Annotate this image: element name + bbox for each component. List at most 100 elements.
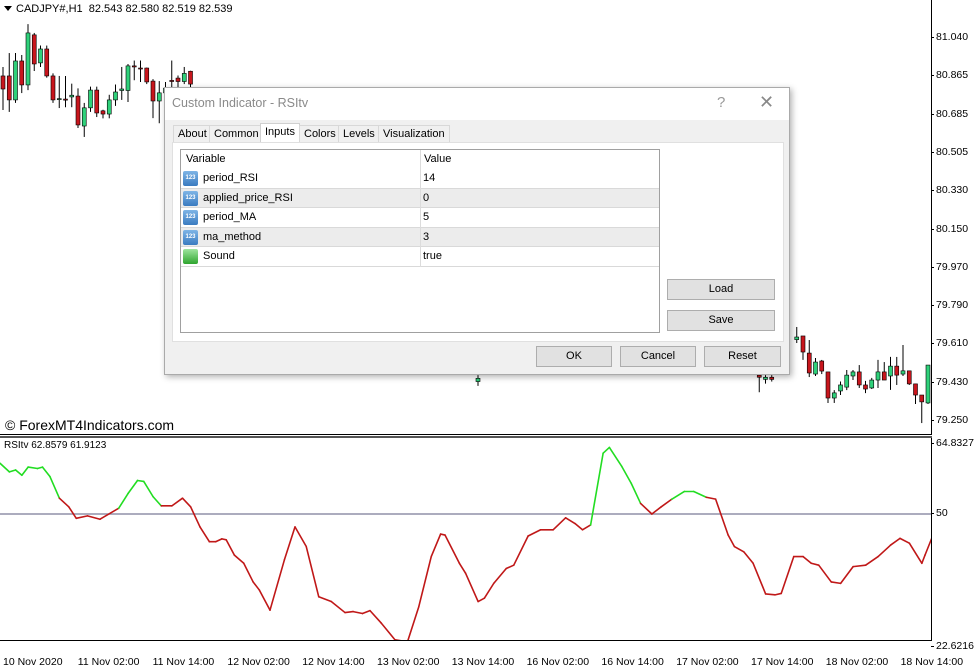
candle [26,24,30,90]
price-label: 80.330 [936,184,968,196]
rsi-min-label: 22.6216 [936,640,974,652]
bull-candle-body [926,365,930,403]
time-label: 17 Nov 02:00 [676,656,738,668]
rsi-segment-down [514,536,528,565]
bull-candle-body [764,377,768,379]
rsi-segment-down [253,582,259,590]
tab-about[interactable]: About [173,125,212,142]
price-label: 79.790 [936,299,968,311]
tab-common[interactable]: Common [209,125,264,142]
rsi-segment-up [672,491,685,499]
bull-candle-body [814,362,818,374]
time-label: 12 Nov 14:00 [302,656,364,668]
candle [845,370,849,390]
bear-candle-body [895,366,899,375]
rsi-segment-down [900,538,909,543]
time-label: 11 Nov 02:00 [78,656,140,668]
bear-candle-body [801,336,805,352]
variable-value[interactable]: 5 [423,211,429,223]
rsi-segment-down [583,525,591,530]
column-header-variable[interactable]: Variable [186,153,226,165]
save-button[interactable]: Save [667,310,775,331]
tab-levels[interactable]: Levels [338,125,380,142]
rsi-segment-down [306,547,319,597]
candle [757,373,761,392]
tab-visualization[interactable]: Visualization [378,125,450,142]
bear-candle-body [101,111,105,114]
rsi-segment-down [831,582,840,583]
candle [114,85,118,106]
tab-inputs[interactable]: Inputs [260,123,300,143]
bull-candle-body [89,90,93,108]
candle [132,61,136,81]
variable-value[interactable]: 14 [423,172,435,184]
rsi-segment-down [575,524,583,530]
candle [14,53,18,103]
rsi-segment-down [728,535,734,546]
candle [39,46,43,67]
time-label: 17 Nov 14:00 [751,656,813,668]
bull-candle-body [107,100,111,114]
bear-candle-body [7,76,11,100]
rsi-segment-down [553,518,566,530]
rsi-segment-down [395,640,408,641]
candle [839,382,843,395]
integer-type-icon: 123 [183,191,198,206]
bull-candle-body [126,66,130,91]
rsi-segment-down [363,611,371,614]
tab-colors[interactable]: Colors [299,125,341,142]
cancel-button[interactable]: Cancel [620,346,696,367]
rsi-segment-down [478,598,484,601]
candle [770,375,774,381]
rsi-segment-down [370,611,381,623]
bear-candle-body [914,384,918,395]
rsi-segment-down [803,557,811,564]
candle [76,88,80,128]
bull-candle-body [845,375,849,387]
rsi-level-label: 50 [936,507,948,519]
column-header-value[interactable]: Value [424,153,451,165]
rsi-chart[interactable] [0,438,932,641]
variable-value[interactable]: true [423,250,442,262]
column-divider[interactable] [420,150,421,267]
candle [57,76,61,108]
reset-button[interactable]: Reset [704,346,781,367]
rsi-segment-down [484,583,493,598]
indicator-label: RSItv 62.8579 61.9123 [4,440,106,451]
rsi-segment-up [694,491,707,497]
candle [857,365,861,388]
bear-candle-body [757,375,761,377]
candle [139,61,143,82]
custom-indicator-dialog: Custom Indicator - RSItv ? ✕ About Commo… [164,87,790,375]
candle [864,381,868,393]
help-icon[interactable]: ? [717,94,725,111]
dropdown-triangle-icon[interactable] [4,6,12,11]
rsi-segment-down [331,602,345,613]
candle [476,375,480,386]
rsi-segment-down [744,552,753,563]
rsi-segment-down [88,516,101,519]
candle [764,375,768,384]
bear-candle-body [170,80,174,81]
close-icon[interactable]: ✕ [759,92,774,113]
candle [882,362,886,380]
bear-candle-body [139,68,143,69]
boolean-type-icon [183,249,198,264]
dialog-title-bar[interactable]: Custom Indicator - RSItv ? ✕ [165,88,789,120]
candle [851,370,855,380]
candle [95,87,99,117]
rsi-segment-down [419,557,432,607]
variable-value[interactable]: 0 [423,192,429,204]
rsi-segment-down [295,527,306,547]
rsi-segment-down [408,607,419,641]
bull-candle-body [795,337,799,340]
variable-value[interactable]: 3 [423,231,429,243]
candle [876,360,880,388]
ok-button[interactable]: OK [536,346,612,367]
candle [82,103,86,137]
variable-name: period_MA [203,211,256,223]
bear-candle-body [820,361,824,371]
load-button[interactable]: Load [667,279,775,300]
bear-candle-body [151,81,155,101]
rsi-segment-up [9,470,15,472]
